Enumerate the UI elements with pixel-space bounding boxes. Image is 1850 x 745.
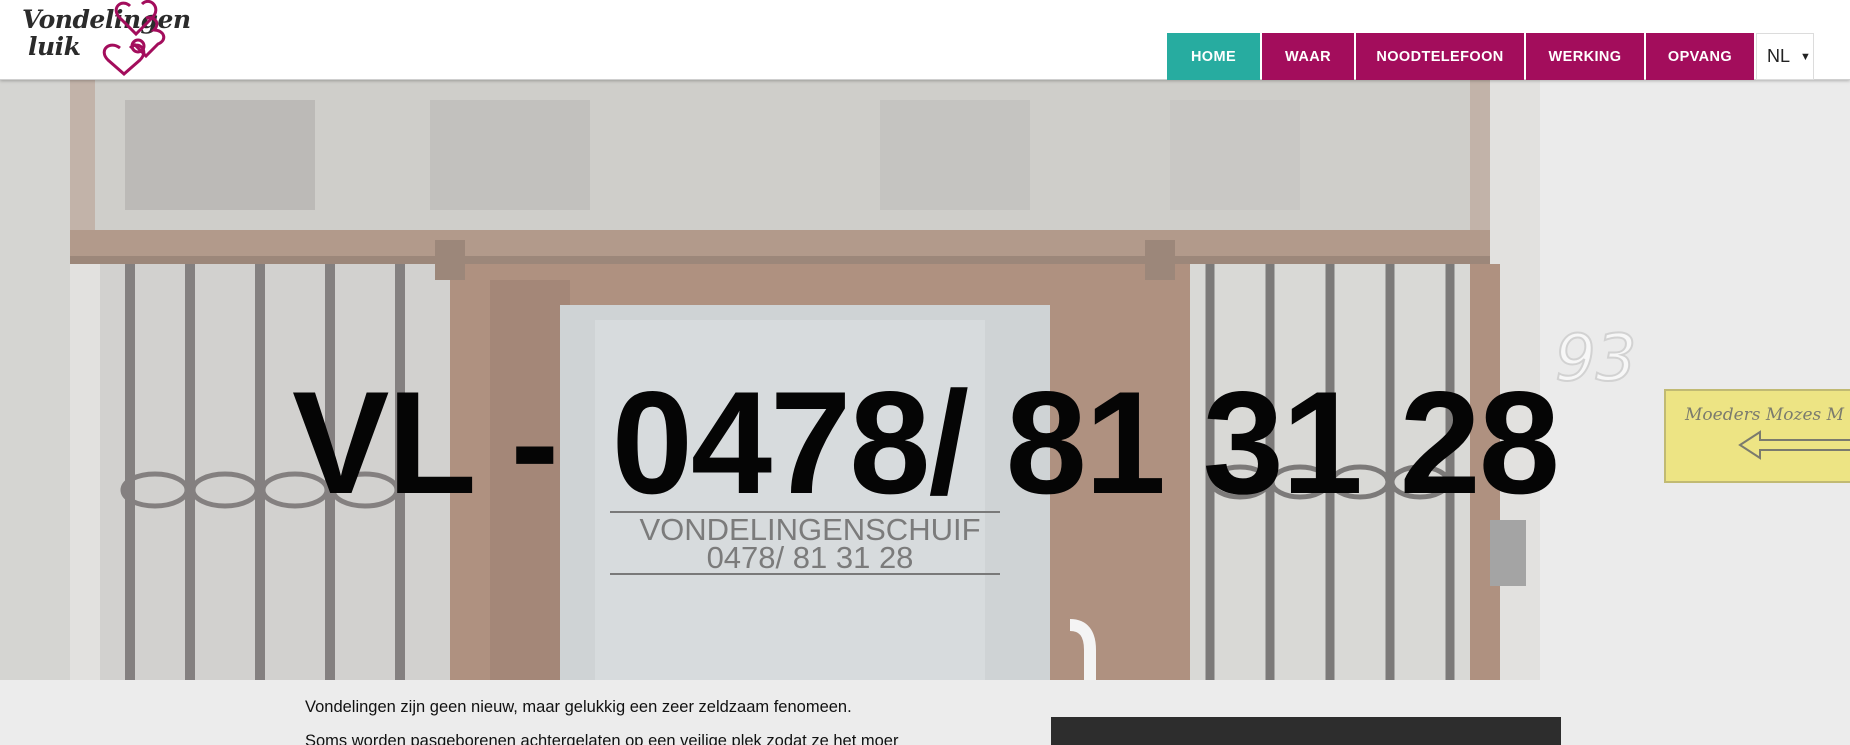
nav-item-home[interactable]: HOME xyxy=(1167,33,1260,80)
hero-banner: VONDELINGENSCHUIF 0478/ 81 31 28 93 Moed xyxy=(0,80,1850,680)
nav-item-werking[interactable]: WERKING xyxy=(1526,33,1644,80)
main-nav: HOME WAAR NOODTELEFOON WERKING OPVANG NL… xyxy=(1167,33,1814,80)
intro-paragraph-2: Soms worden pasgeborenen achtergelaten o… xyxy=(305,732,899,745)
intro-section: Vondelingen zijn geen nieuw, maar gelukk… xyxy=(0,680,1850,745)
nav-item-waar[interactable]: WAAR xyxy=(1262,33,1354,80)
video-panel[interactable] xyxy=(1051,717,1561,745)
hero-phone-number: VL - 0478/ 81 31 28 xyxy=(0,370,1850,516)
language-selected: NL xyxy=(1767,46,1791,66)
nav-item-noodtelefoon[interactable]: NOODTELEFOON xyxy=(1356,33,1524,80)
puzzle-hearts-icon xyxy=(102,0,166,76)
language-select[interactable]: NL ▼ xyxy=(1756,33,1814,80)
chevron-down-icon: ▼ xyxy=(1800,50,1811,63)
intro-paragraph-1: Vondelingen zijn geen nieuw, maar gelukk… xyxy=(305,698,852,716)
nav-item-opvang[interactable]: OPVANG xyxy=(1646,33,1754,80)
phone-prefix: VL - xyxy=(292,361,559,524)
logo-text-line2: luik xyxy=(28,32,81,61)
site-logo[interactable]: Vondelingen luik xyxy=(20,0,192,80)
phone-number: 0478/ 81 31 28 xyxy=(611,361,1560,524)
site-header: Vondelingen luik HOME WAAR NOODTELEFOON … xyxy=(0,0,1850,80)
